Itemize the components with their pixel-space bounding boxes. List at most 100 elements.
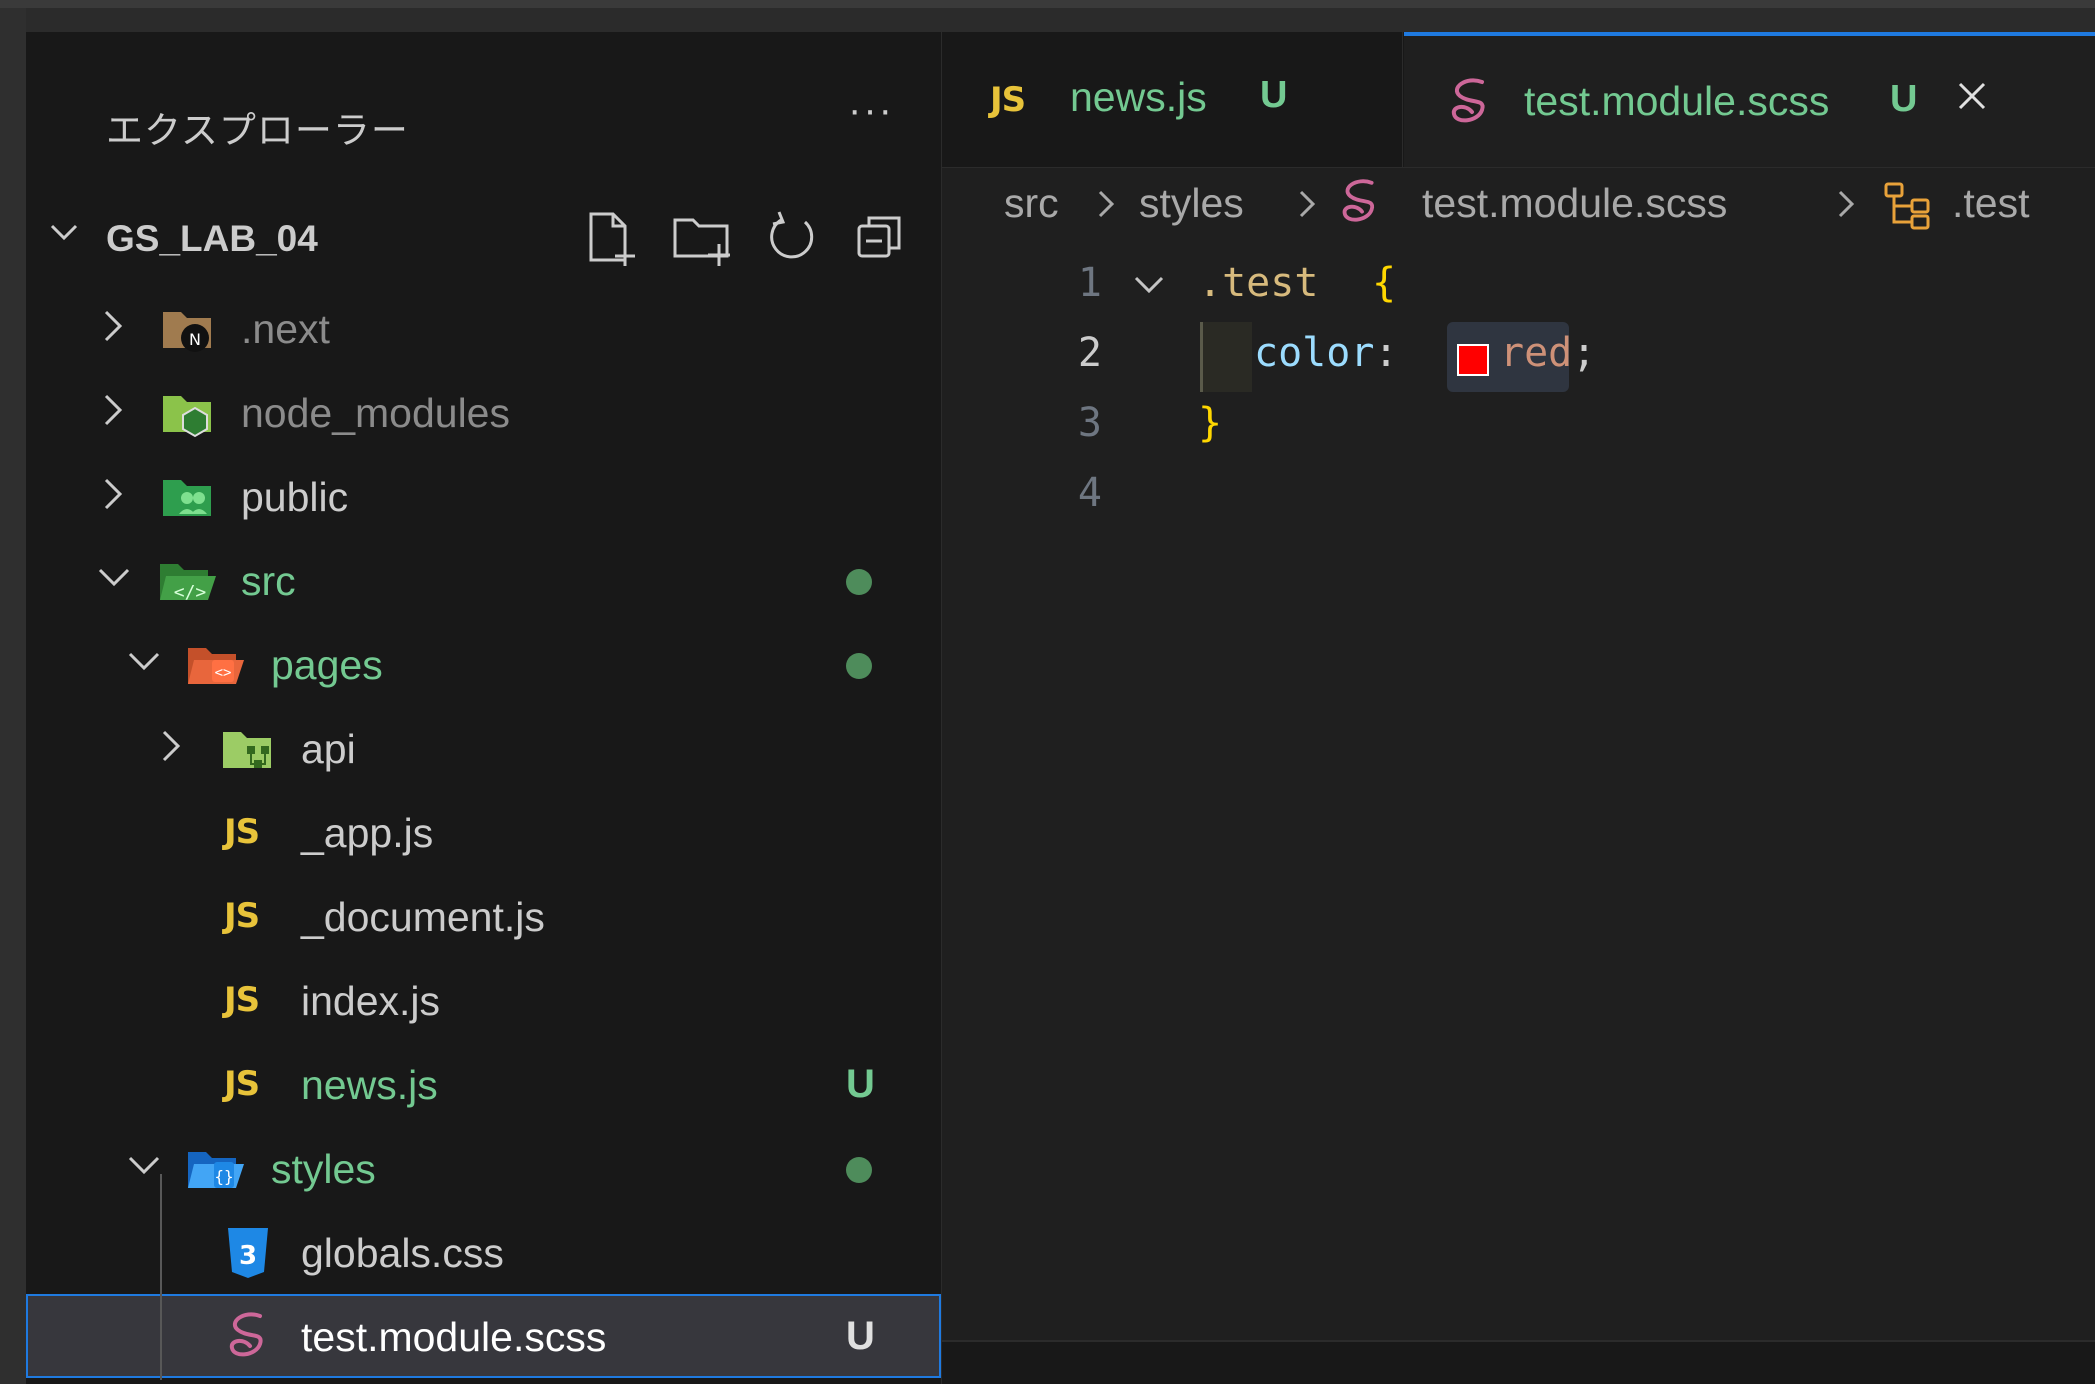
tree-item-public[interactable]: public xyxy=(26,454,941,538)
workspace-name: GS_LAB_04 xyxy=(106,218,318,259)
css-value: red xyxy=(1500,330,1573,376)
current-line-indent xyxy=(1200,322,1252,392)
tree-item-label: news.js xyxy=(301,1062,438,1108)
css-selector: .test xyxy=(1198,260,1319,306)
svg-text:{}: {} xyxy=(214,1167,233,1186)
tree-item-label: .next xyxy=(241,306,330,352)
semicolon: ; xyxy=(1572,330,1597,376)
new-folder-icon[interactable] xyxy=(671,208,735,273)
tab-label: news.js xyxy=(1070,74,1207,120)
untracked-badge: U xyxy=(846,1314,875,1358)
chevron-right-icon[interactable] xyxy=(98,476,128,517)
breadcrumb-item-symbol[interactable]: .test xyxy=(1952,180,2029,227)
tree-item-label: src xyxy=(241,558,296,604)
tree-item-globals-css[interactable]: 3 globals.css xyxy=(26,1210,941,1294)
editor-area: JS news.js U test.module.scss U src styl… xyxy=(942,32,2095,1384)
line-number: 1 xyxy=(1077,260,1102,306)
new-file-icon[interactable] xyxy=(581,208,641,273)
chevron-right-icon xyxy=(1094,182,1118,236)
tree-item-label: styles xyxy=(271,1146,376,1192)
folder-next-icon: N xyxy=(161,300,217,361)
close-brace: } xyxy=(1198,400,1223,446)
chevron-down-icon[interactable] xyxy=(126,1148,162,1189)
svg-text:</>: </> xyxy=(174,582,207,603)
tree-item-src[interactable]: </> src xyxy=(26,538,941,622)
tree-item-label: public xyxy=(241,474,349,520)
tree-item-styles[interactable]: {} styles xyxy=(26,1126,941,1210)
modified-dot-icon xyxy=(846,569,872,595)
tree-item-pages[interactable]: <> pages xyxy=(26,622,941,706)
js-file-icon: JS xyxy=(224,980,260,1020)
tree-item-app-js[interactable]: JS _app.js xyxy=(26,790,941,874)
js-file-icon: JS xyxy=(224,896,260,936)
close-icon[interactable] xyxy=(1952,76,1992,121)
tab-bar: JS news.js U test.module.scss U xyxy=(942,32,2095,168)
breadcrumb-item-src[interactable]: src xyxy=(1004,180,1059,227)
color-swatch[interactable] xyxy=(1457,344,1489,376)
chevron-right-icon[interactable] xyxy=(98,392,128,433)
chevron-right-icon[interactable] xyxy=(156,728,186,769)
refresh-icon[interactable] xyxy=(761,208,821,273)
code-line: 1 .test { xyxy=(942,252,2095,322)
tree-item-api[interactable]: api xyxy=(26,706,941,790)
css-property: color xyxy=(1254,330,1375,376)
breadcrumb-item-styles[interactable]: styles xyxy=(1139,180,1244,227)
tab-label: test.module.scss xyxy=(1524,78,1830,124)
tree-item-index-js[interactable]: JS index.js xyxy=(26,958,941,1042)
scss-file-icon xyxy=(224,1308,276,1369)
code-line: 4 xyxy=(942,462,2095,532)
window-left-edge xyxy=(0,8,26,1384)
folder-api-icon xyxy=(221,720,277,781)
chevron-down-icon[interactable] xyxy=(46,214,82,255)
svg-text:3: 3 xyxy=(239,1241,257,1271)
workspace-header[interactable]: GS_LAB_04 xyxy=(26,198,941,276)
folder-styles-open-icon: {} xyxy=(186,1140,246,1201)
open-brace: { xyxy=(1372,260,1397,306)
code-line: 3 } xyxy=(942,392,2095,462)
chevron-down-icon[interactable] xyxy=(126,644,162,685)
tab-test-module-scss[interactable]: test.module.scss U xyxy=(1404,32,2095,167)
line-number: 2 xyxy=(1077,330,1102,376)
breadcrumb-item-file[interactable]: test.module.scss xyxy=(1422,180,1727,227)
modified-dot-icon xyxy=(846,1157,872,1183)
chevron-down-icon[interactable] xyxy=(96,560,132,601)
folder-public-icon xyxy=(161,468,217,529)
tree-item-label: _app.js xyxy=(301,810,434,856)
modified-dot-icon xyxy=(846,653,872,679)
chevron-right-icon xyxy=(1295,182,1319,236)
folder-node-icon xyxy=(161,384,217,445)
chevron-right-icon xyxy=(1834,182,1858,236)
collapse-all-icon[interactable] xyxy=(851,208,911,273)
tree-item-label: _document.js xyxy=(301,894,545,940)
untracked-badge: U xyxy=(846,1062,875,1106)
tree-item-label: pages xyxy=(271,642,383,688)
js-file-icon: JS xyxy=(224,1064,260,1104)
line-number: 3 xyxy=(1077,400,1102,446)
tree-item-test-module-scss[interactable]: test.module.scss U xyxy=(26,1294,941,1378)
folder-src-open-icon: </> xyxy=(158,552,218,613)
tree-item-label: api xyxy=(301,726,356,772)
colon: : xyxy=(1374,330,1399,376)
tree-item-document-js[interactable]: JS _document.js xyxy=(26,874,941,958)
tree-item-next[interactable]: N .next xyxy=(26,286,941,370)
chevron-right-icon[interactable] xyxy=(98,308,128,349)
tree-item-news-js[interactable]: JS news.js U xyxy=(26,1042,941,1126)
explorer-sidebar: エクスプローラー ··· GS_LAB_04 N .next node_modu… xyxy=(26,32,942,1384)
scss-file-icon xyxy=(1337,174,1387,240)
tree-item-node-modules[interactable]: node_modules xyxy=(26,370,941,454)
svg-text:N: N xyxy=(189,330,201,349)
window-top-edge xyxy=(0,0,2095,8)
css-file-icon: 3 xyxy=(226,1224,270,1285)
js-file-icon: JS xyxy=(224,812,260,852)
tree-item-label: index.js xyxy=(301,978,441,1024)
indent-guide xyxy=(160,1174,162,1380)
tree-item-label: test.module.scss xyxy=(301,1314,607,1360)
tab-news-js[interactable]: JS news.js U xyxy=(942,32,1403,167)
code-line: 2 color : red ; xyxy=(942,322,2095,392)
fold-chevron-down-icon[interactable] xyxy=(1132,266,1166,312)
untracked-badge: U xyxy=(1890,78,1918,120)
explorer-title: エクスプローラー xyxy=(106,110,409,151)
panel-border xyxy=(942,1340,2095,1384)
more-actions-button[interactable]: ··· xyxy=(848,88,894,133)
untracked-badge: U xyxy=(1260,74,1288,116)
